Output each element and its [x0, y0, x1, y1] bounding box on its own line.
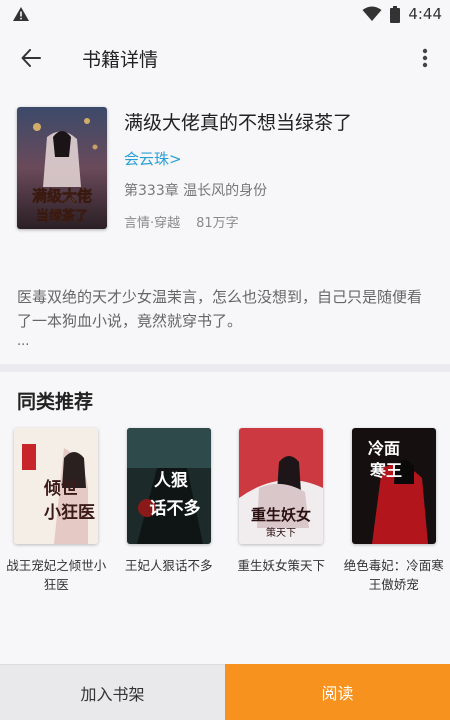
recommend-name: 王妃人狠话不多 [124, 558, 213, 573]
more-options-button[interactable] [400, 28, 450, 88]
recommend-item[interactable]: 人狠 话不多 王妃人狠话不多 [113, 428, 226, 598]
app-bar: 书籍详情 [0, 28, 450, 88]
arrow-left-icon [21, 49, 41, 67]
svg-text:满级大佬: 满级大佬 [32, 187, 92, 205]
book-meta: 言情·穿越 81万字 [124, 212, 239, 231]
status-bar: 4:44 [0, 0, 450, 28]
wifi-icon [362, 6, 382, 21]
section-divider [0, 364, 450, 372]
svg-text:重生妖女: 重生妖女 [251, 506, 311, 524]
book-description: 医毒双绝的天才少女温茉言，怎么也没想到，自己只是随便看了一本狗血小说，竟然就穿书… [17, 288, 423, 330]
recommend-cover[interactable]: 倾世 小狂医 [14, 428, 99, 544]
svg-text:策天下: 策天下 [266, 526, 296, 539]
description-expand[interactable]: ... [17, 334, 29, 349]
recommend-cover[interactable]: 冷面 寒王 [351, 428, 436, 544]
recommend-cover[interactable]: 重生妖女 策天下 [239, 428, 324, 544]
recommend-cover-image: 人狠 话不多 [126, 428, 211, 544]
book-header: 满级大佬 当绿茶了 满级大佬真的不想当绿茶了 会云珠> 第333章 温长风的身份… [0, 88, 450, 258]
bottom-bar: 加入书架 阅读 [0, 664, 450, 720]
book-cover[interactable]: 满级大佬 当绿茶了 [17, 107, 107, 229]
recommend-heading: 同类推荐 [17, 391, 94, 413]
add-to-shelf-button[interactable]: 加入书架 [0, 664, 225, 720]
book-cover-image: 满级大佬 当绿茶了 [17, 107, 107, 229]
book-word-count: 81万字 [196, 216, 239, 231]
battery-icon [390, 5, 401, 23]
recommend-name: 战王宠妃之倾世小狂医 [6, 558, 107, 592]
recommend-cover-image: 重生妖女 策天下 [239, 428, 324, 544]
svg-text:倾世: 倾世 [43, 478, 78, 499]
latest-chapter: 第333章 温长风的身份 [124, 183, 268, 199]
recommend-name: 绝色毒妃：冷面寒王傲娇宠 [343, 558, 444, 592]
page-title: 书籍详情 [82, 48, 159, 71]
svg-text:冷面: 冷面 [368, 439, 400, 458]
recommend-item[interactable]: 重生妖女 策天下 重生妖女策天下 [225, 428, 338, 598]
book-category: 言情·穿越 [124, 216, 181, 231]
warning-icon [13, 7, 29, 21]
svg-text:寒王: 寒王 [369, 461, 402, 480]
recommend-item[interactable]: 倾世 小狂医 战王宠妃之倾世小狂医 [0, 428, 113, 598]
svg-text:话不多: 话不多 [149, 498, 200, 519]
svg-text:人狠: 人狠 [154, 471, 189, 491]
recommend-name: 重生妖女策天下 [237, 558, 325, 573]
recommend-cover-image: 冷面 寒王 [351, 428, 436, 544]
svg-text:小狂医: 小狂医 [44, 503, 95, 523]
recommend-cover-image: 倾世 小狂医 [14, 428, 99, 544]
status-time: 4:44 [408, 5, 442, 23]
back-button[interactable] [0, 28, 62, 88]
book-title: 满级大佬真的不想当绿茶了 [124, 112, 353, 134]
recommend-item[interactable]: 冷面 寒王 绝色毒妃：冷面寒王傲娇宠 [338, 428, 450, 598]
recommend-cover[interactable]: 人狠 话不多 [126, 428, 211, 544]
read-button[interactable]: 阅读 [225, 664, 450, 720]
more-vertical-icon [422, 48, 428, 68]
author-link[interactable]: 会云珠> [124, 148, 182, 169]
svg-text:当绿茶了: 当绿茶了 [36, 208, 88, 224]
recommend-list: 倾世 小狂医 战王宠妃之倾世小狂医 人狠 话不多 王妃人狠话不多 重生妖女 策天… [0, 428, 450, 598]
